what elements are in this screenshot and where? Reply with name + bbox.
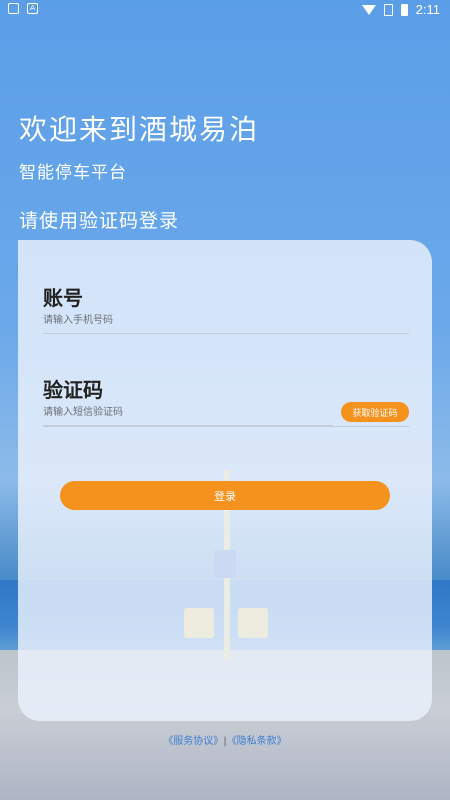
page-subtitle: 智能停车平台 <box>19 163 127 183</box>
code-underline <box>43 426 409 427</box>
get-code-button[interactable]: 获取验证码 <box>341 402 409 422</box>
account-label: 账号 <box>43 286 83 310</box>
page-title: 欢迎来到酒城易泊 <box>19 113 260 146</box>
status-bar: A 2:11 <box>0 0 450 20</box>
service-agreement-link[interactable]: 《服务协议》 <box>163 736 223 747</box>
code-label: 验证码 <box>43 378 103 402</box>
sms-code-input[interactable] <box>43 400 333 426</box>
no-sim-icon <box>383 3 393 16</box>
battery-charging-icon <box>400 3 408 16</box>
status-bar-right: 2:11 <box>361 2 440 17</box>
login-button[interactable]: 登录 <box>60 481 390 510</box>
login-mode-text: 请使用验证码登录 <box>19 210 180 232</box>
phone-input[interactable] <box>43 308 409 334</box>
a-icon: A <box>27 3 38 14</box>
privacy-terms-link[interactable]: 《隐私条款》 <box>227 736 287 747</box>
wifi-icon <box>361 4 376 15</box>
keyboard-icon <box>8 3 19 14</box>
status-bar-left: A <box>8 3 38 14</box>
status-time: 2:11 <box>415 2 440 17</box>
agreement-footer: 《服务协议》|《隐私条款》 <box>0 732 450 747</box>
